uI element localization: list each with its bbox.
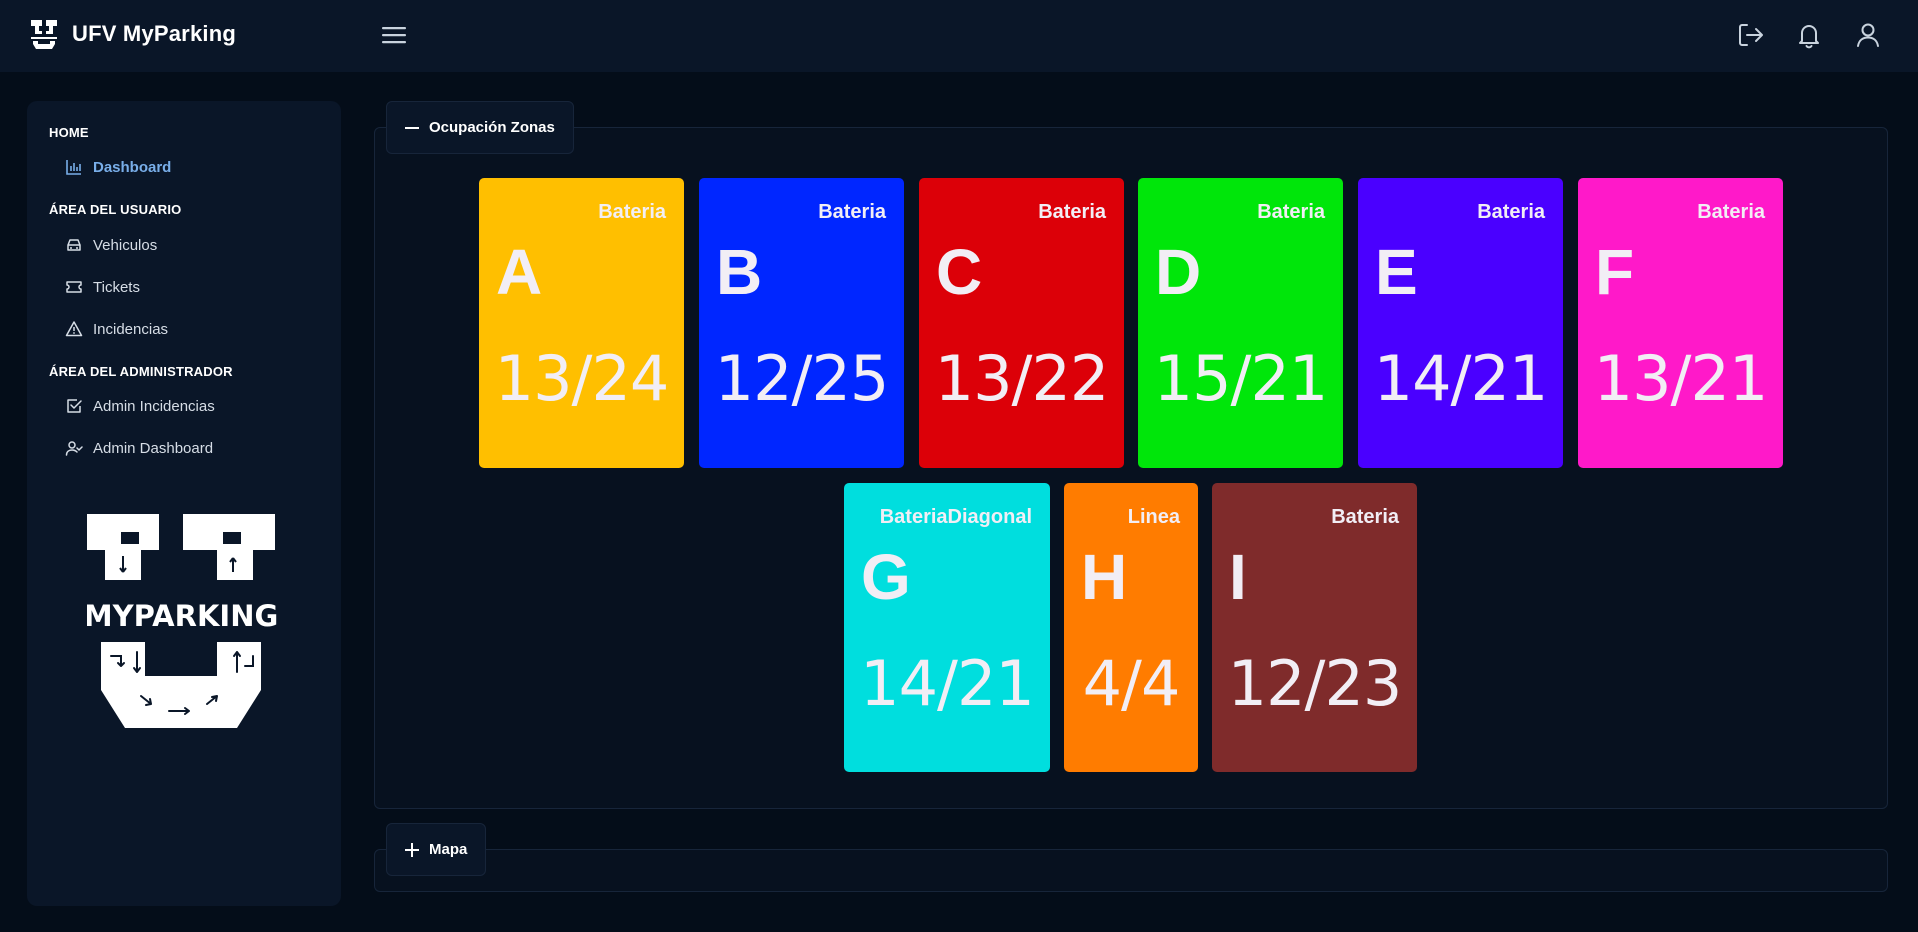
zone-card-h[interactable]: Linea H 4/4: [1064, 483, 1198, 772]
menu-icon[interactable]: [380, 22, 408, 48]
zone-card-f[interactable]: Bateria F 13/21: [1578, 178, 1783, 468]
zone-occupancy: 12/25: [714, 342, 890, 415]
brand[interactable]: UFV MyParking: [30, 18, 236, 50]
checkbox-icon: [67, 399, 82, 413]
zone-occupancy: 13/24: [494, 342, 670, 415]
zone-type: Bateria: [1331, 506, 1399, 528]
zone-letter: B: [716, 236, 763, 308]
logout-icon[interactable]: [1735, 20, 1765, 50]
sidebar-item-label: Tickets: [93, 278, 140, 296]
zone-letter: E: [1375, 236, 1418, 308]
warning-icon: [65, 321, 83, 337]
sidebar-item-label: Vehiculos: [93, 236, 158, 254]
zone-card-d[interactable]: Bateria D 15/21: [1138, 178, 1343, 468]
zone-type: Bateria: [598, 201, 666, 223]
zone-letter: D: [1155, 236, 1202, 308]
sidebar-item-tickets[interactable]: Tickets: [65, 278, 140, 296]
zone-card-c[interactable]: Bateria C 13/22: [919, 178, 1124, 468]
sidebar-item-vehiculos[interactable]: Vehiculos: [65, 236, 157, 254]
sidebar-item-label: Admin Dashboard: [93, 439, 214, 457]
user-check-icon: [65, 441, 83, 456]
sidebar-item-dashboard[interactable]: Dashboard: [65, 158, 171, 176]
ticket-icon: [66, 281, 82, 293]
minus-icon: [405, 126, 419, 129]
zone-occupancy: 14/21: [1373, 342, 1549, 415]
sidebar-item-admin-incidencias[interactable]: Admin Incidencias: [65, 397, 215, 415]
logo-text: MYPARKING: [87, 599, 278, 633]
ufv-logo-icon: [31, 20, 57, 49]
zone-occupancy: 4/4: [1082, 647, 1181, 720]
zone-letter: C: [936, 236, 983, 308]
zone-letter: A: [496, 236, 543, 308]
sidebar-item-label: Dashboard: [93, 158, 172, 176]
zone-type: Bateria: [1038, 201, 1106, 223]
zone-letter: H: [1081, 541, 1128, 613]
sidebar-item-incidencias[interactable]: Incidencias: [65, 320, 168, 338]
zone-occupancy: 14/21: [860, 647, 1035, 720]
app-title: UFV MyParking: [72, 21, 236, 46]
zone-letter: I: [1229, 541, 1247, 613]
bell-icon[interactable]: [1794, 20, 1824, 50]
zone-type: Linea: [1127, 506, 1180, 528]
myparking-logo: MYPARKING: [87, 514, 278, 728]
tab-ocupacion-zonas[interactable]: Ocupación Zonas: [386, 101, 574, 154]
plus-icon: [405, 842, 419, 857]
zone-letter: G: [861, 541, 911, 613]
zone-type: Bateria: [818, 201, 886, 223]
bar-chart-icon: [66, 160, 81, 175]
zone-type: BateriaDiagonal: [879, 506, 1032, 528]
zone-type: Bateria: [1697, 201, 1765, 223]
sidebar-item-label: Admin Incidencias: [93, 397, 215, 415]
zone-letter: F: [1595, 236, 1635, 308]
zone-card-e[interactable]: Bateria E 14/21: [1358, 178, 1563, 468]
tab-label: Ocupación Zonas: [429, 119, 555, 136]
sidebar-item-label: Incidencias: [93, 320, 169, 338]
tab-label: Mapa: [429, 841, 468, 858]
tab-mapa[interactable]: Mapa: [386, 823, 487, 876]
nav-heading-home: HOME: [49, 125, 89, 140]
nav-heading-user-area: ÁREA DEL USUARIO: [49, 202, 182, 217]
zone-occupancy: 13/21: [1593, 342, 1769, 415]
user-icon[interactable]: [1853, 20, 1883, 50]
zone-card-i[interactable]: Bateria I 12/23: [1212, 483, 1417, 772]
zone-occupancy: 12/23: [1227, 647, 1403, 720]
car-icon: [67, 239, 81, 251]
map-panel: [374, 849, 1888, 892]
zone-card-g[interactable]: BateriaDiagonal G 14/21: [844, 483, 1050, 772]
zone-card-a[interactable]: Bateria A 13/24: [479, 178, 684, 468]
zone-type: Bateria: [1257, 201, 1325, 223]
zone-occupancy: 15/21: [1153, 342, 1329, 415]
zone-type: Bateria: [1477, 201, 1545, 223]
sidebar: HOME Dashboard ÁREA DEL USUARIO Vehiculo…: [27, 101, 341, 906]
top-bar: UFV MyParking: [0, 0, 1918, 72]
zone-card-b[interactable]: Bateria B 12/25: [699, 178, 904, 468]
zone-occupancy: 13/22: [934, 342, 1110, 415]
sidebar-item-admin-dashboard[interactable]: Admin Dashboard: [65, 439, 213, 457]
nav-heading-admin-area: ÁREA DEL ADMINISTRADOR: [49, 364, 233, 379]
